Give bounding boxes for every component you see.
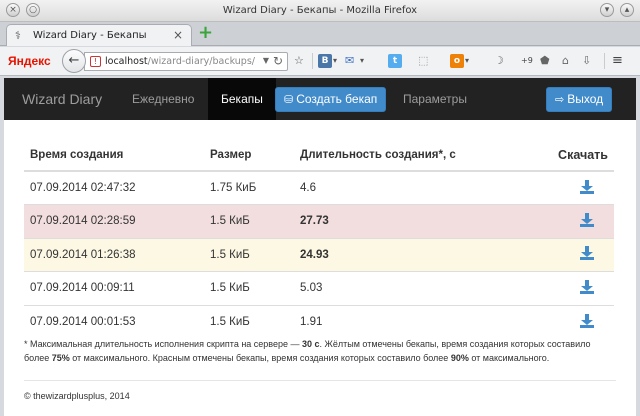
nav-settings[interactable]: Параметры [403,78,467,120]
addon-counter[interactable]: +9 [521,54,533,68]
cell-duration: 4.6 [294,170,504,205]
note-text: от максимального. Красным отмечены бекап… [69,353,451,363]
window-maximize-icon[interactable]: ▴ [620,3,634,17]
table-row: 07.09.2014 02:47:32 1.75 КиБ 4.6 [24,170,614,205]
download-icon[interactable]: ⇩ [582,54,591,68]
download-icon[interactable] [580,212,594,227]
footer-divider [24,380,616,381]
odnoklassniki-dropdown-icon[interactable]: ▾ [465,54,469,68]
download-icon[interactable] [580,313,594,328]
menu-icon[interactable]: ≡ [612,54,623,68]
mail-dropdown-icon[interactable]: ▾ [360,54,364,68]
note-bold: 75% [51,353,70,363]
cell-time: 07.09.2014 00:01:53 [24,304,204,339]
backups-table: Время создания Размер Длительность созда… [24,139,614,339]
header-duration: Длительность создания*, с [294,139,504,172]
search-engine-logo[interactable]: Яндекс [8,54,51,68]
browser-toolbar: Яндекс ! localhost/wizard-diary/backups/… [0,47,640,76]
tab-strip: ⚕ Wizard Diary - Бекапы × + [0,22,640,46]
back-arrow-icon: ← [68,53,80,68]
star-icon[interactable]: ☆ [294,54,304,68]
table-row: 07.09.2014 02:28:59 1.5 КиБ 27.73 [24,204,614,238]
header-size: Размер [204,139,294,172]
back-button[interactable]: ← [62,49,86,73]
cell-download [504,204,614,238]
database-icon: ⛁ [284,94,294,106]
tab-title: Wizard Diary - Бекапы [33,30,147,41]
weather-moon-icon[interactable]: ☽ [494,54,504,68]
cell-time: 07.09.2014 02:47:32 [24,170,204,205]
app-navbar: Wizard Diary Ежедневно Бекапы ⛁ Создать б… [4,78,636,120]
note-text: * Максимальная длительность исполнения с… [24,339,303,349]
footer-copyright: © thewizardplusplus, 2014 [24,391,130,401]
cell-time: 07.09.2014 02:28:59 [24,204,204,238]
cell-size: 1.5 КиБ [204,271,294,305]
addon-icon[interactable]: ⬚ [418,54,428,68]
table-header-row: Время создания Размер Длительность созда… [24,139,614,172]
nav-daily[interactable]: Ежедневно [132,78,194,120]
page-content: Wizard Diary Ежедневно Бекапы ⛁ Создать б… [4,78,636,416]
wizard-favicon-icon: ⚕ [15,29,21,42]
nav-backups[interactable]: Бекапы [208,78,276,120]
note-bold: 90% [450,353,469,363]
cell-download [504,271,614,305]
cell-duration: 1.91 [294,304,504,339]
table-row: 07.09.2014 00:01:53 1.5 КиБ 1.91 [24,304,614,339]
reload-icon[interactable]: ↻ [273,54,283,68]
window-title: Wizard Diary - Бекапы - Mozilla Firefox [222,5,418,16]
url-bar[interactable]: ! localhost/wizard-diary/backups/ ▼ ↻ [84,52,288,71]
header-time: Время создания [24,139,204,172]
create-backup-label: Создать бекап [296,92,378,106]
cell-duration: 5.03 [294,271,504,305]
cell-download [504,304,614,339]
download-icon[interactable] [580,246,594,261]
cell-download [504,170,614,205]
home-icon[interactable]: ⌂ [562,54,569,68]
tab-close-icon[interactable]: × [173,28,183,42]
url-path: /wizard-diary/backups/ [147,56,255,67]
note-bold: 30 с [302,339,320,349]
cell-duration: 27.73 [294,204,504,238]
cell-size: 1.75 КиБ [204,170,294,205]
shield-icon[interactable]: ⬟ [540,54,550,68]
cell-duration: 24.93 [294,237,504,272]
cell-size: 1.5 КиБ [204,237,294,272]
duration-note: * Максимальная длительность исполнения с… [24,337,616,365]
odnoklassniki-icon[interactable]: о [450,54,464,68]
cell-time: 07.09.2014 00:09:11 [24,271,204,305]
cell-time: 07.09.2014 01:26:38 [24,237,204,272]
note-text: от максимального. [468,353,550,363]
create-backup-button[interactable]: ⛁ Создать бекап [275,87,387,112]
cell-download [504,237,614,272]
url-host: localhost [105,56,148,67]
cell-size: 1.5 КиБ [204,304,294,339]
download-icon[interactable] [580,179,594,194]
table-row: 07.09.2014 01:26:38 1.5 КиБ 24.93 [24,237,614,272]
logout-icon: ⇨ [555,94,565,106]
cell-size: 1.5 КиБ [204,204,294,238]
window-titlebar: × ○ Wizard Diary - Бекапы - Mozilla Fire… [0,0,640,22]
logout-button[interactable]: ⇨ Выход [546,87,613,112]
twitter-icon[interactable]: t [388,54,402,68]
tab-backups[interactable]: ⚕ Wizard Diary - Бекапы × [6,24,192,46]
table-row: 07.09.2014 00:09:11 1.5 КиБ 5.03 [24,271,614,305]
window-minimize-icon[interactable]: ▾ [600,3,614,17]
toolbar-separator [312,53,313,69]
url-text[interactable]: localhost/wizard-diary/backups/ [105,56,255,67]
mail-icon[interactable]: ✉ [345,54,354,68]
site-identity-icon[interactable]: ! [90,56,101,67]
vk-icon[interactable]: В [318,54,332,68]
header-download: Скачать [504,139,614,172]
vk-dropdown-icon[interactable]: ▾ [333,54,337,68]
download-icon[interactable] [580,279,594,294]
toolbar-separator [604,53,605,69]
logout-label: Выход [567,92,604,106]
url-dropdown-icon[interactable]: ▼ [263,56,269,65]
new-tab-button[interactable]: + [198,24,213,42]
app-brand[interactable]: Wizard Diary [22,91,102,107]
